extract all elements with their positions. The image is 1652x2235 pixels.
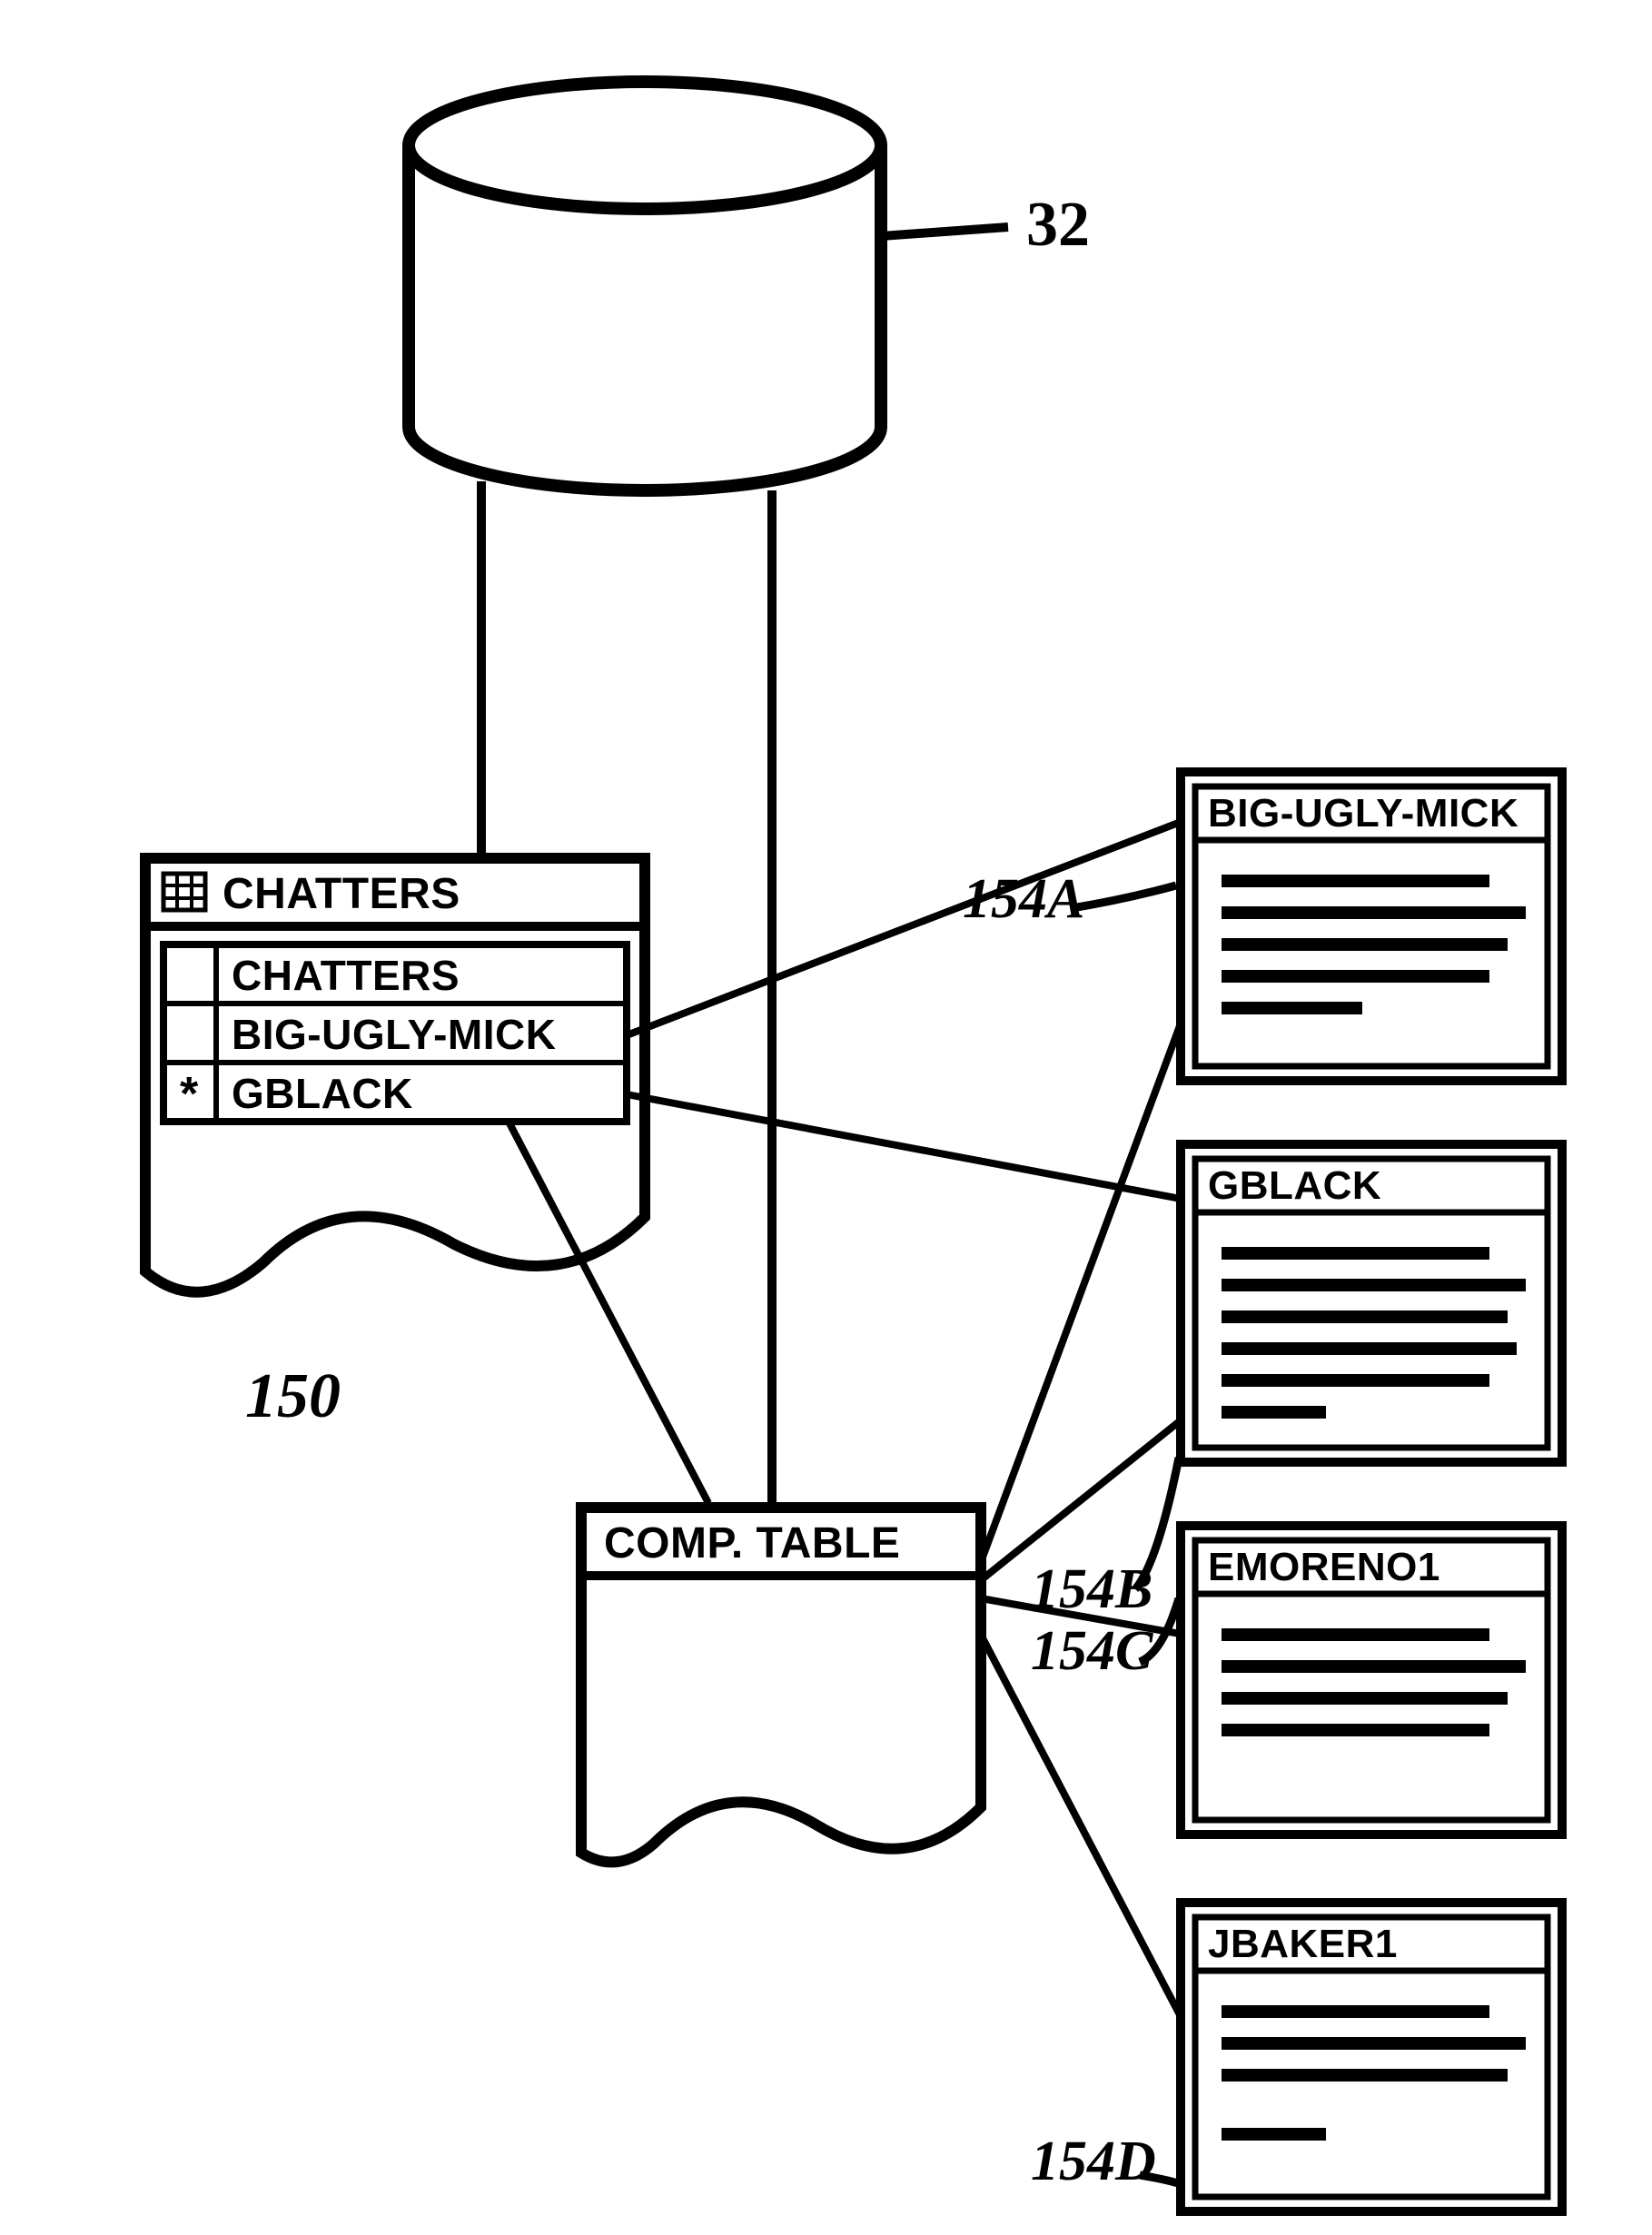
row2-name: GBLACK	[232, 1070, 413, 1117]
row1-name: BIG-UGLY-MICK	[232, 1011, 556, 1058]
chatters-title: CHATTERS	[223, 870, 460, 918]
ref-154D: 154D	[1031, 2131, 1156, 2192]
link-row-gblack-to-profileB	[627, 1094, 1181, 1199]
link-comp-to-A	[981, 999, 1190, 1562]
ref-154B: 154B	[1031, 1558, 1152, 1620]
row0-name: CHATTERS	[232, 952, 460, 999]
ref-154A: 154A	[963, 868, 1084, 930]
profile-D-title: JBAKER1	[1208, 1922, 1398, 1966]
comp-table-window: COMP. TABLE	[581, 1508, 981, 1862]
link-comp-to-D	[981, 1635, 1185, 2025]
ref-150: 150	[245, 1361, 341, 1431]
leader-154A	[1072, 885, 1176, 908]
profile-B-title: GBLACK	[1208, 1163, 1381, 1208]
profile-A-title: BIG-UGLY-MICK	[1208, 791, 1518, 836]
profile-C-title: EMORENO1	[1208, 1545, 1440, 1589]
row2-marker: *	[180, 1068, 199, 1121]
diagram-canvas: 32 CHATTERS CHATTERS BIG-UGLY-MICK	[0, 0, 1652, 2235]
database-cylinder: 32	[409, 82, 1090, 490]
link-row-bum-to-profileA	[627, 822, 1181, 1035]
ref-154C: 154C	[1031, 1620, 1153, 1682]
profile-card-D: JBAKER1	[1181, 1903, 1562, 2211]
profile-card-B: GBLACK	[1181, 1144, 1562, 1462]
comp-table-title: COMP. TABLE	[604, 1519, 900, 1567]
profile-card-C: EMORENO1	[1181, 1526, 1562, 1834]
profile-card-A: BIG-UGLY-MICK	[1181, 772, 1562, 1081]
chatters-window: CHATTERS CHATTERS BIG-UGLY-MICK * GBLACK	[145, 858, 645, 1292]
ref-32: 32	[1026, 190, 1090, 260]
